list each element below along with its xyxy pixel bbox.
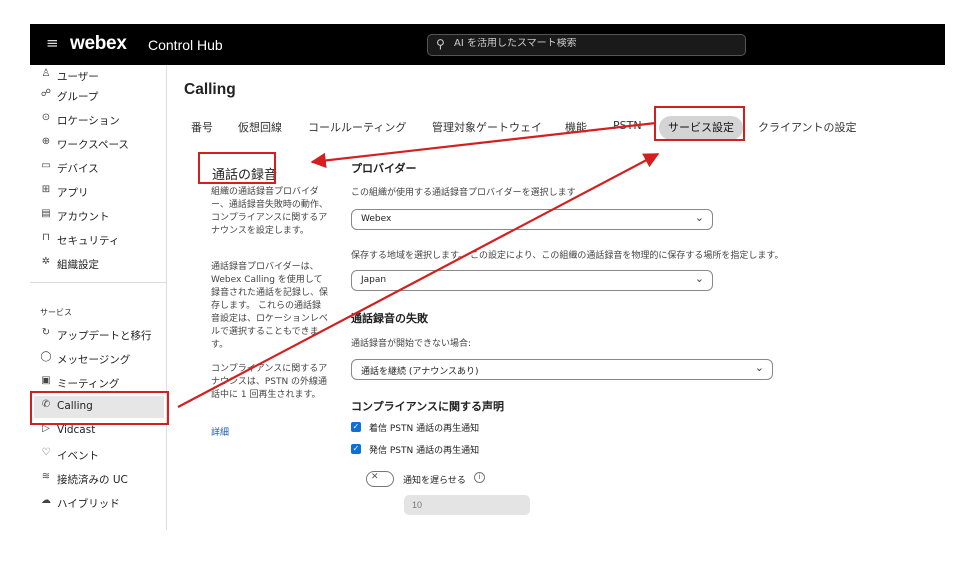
- arrow-calling-to-tab: [177, 153, 660, 408]
- annotation-arrows: [177, 121, 660, 408]
- arrow-tab-to-heading: [310, 121, 657, 169]
